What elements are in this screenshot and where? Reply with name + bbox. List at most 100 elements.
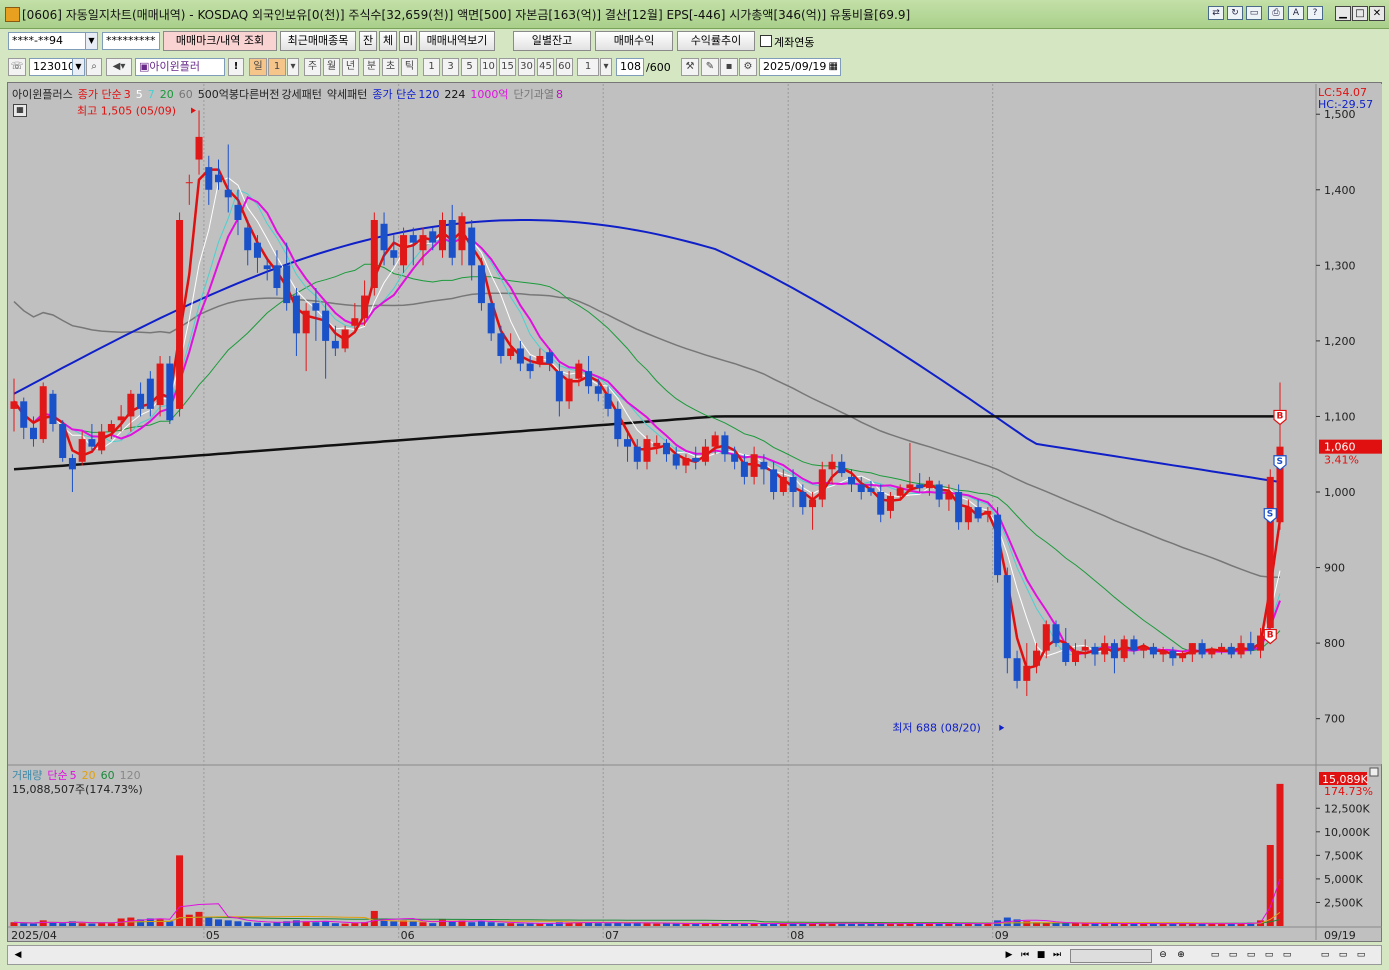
first-page-icon[interactable]: ⏮ — [1018, 948, 1032, 962]
candle-body — [20, 401, 28, 428]
volume-bar — [1052, 923, 1060, 926]
candle-body — [137, 393, 145, 409]
volume-bar — [185, 914, 193, 926]
candle-body — [565, 378, 573, 402]
tool2-icon[interactable]: ▭ — [1226, 948, 1240, 962]
volume-bar — [468, 922, 476, 926]
volume-bar — [624, 923, 632, 926]
candle-body — [419, 235, 427, 251]
chart-scrollbar[interactable]: ◀ ▶ ⏮ ■ ⏭ ⊖ ⊕ ▭ ▭ ▭ ▭ ▭ ▭ ▭ ▭ — [7, 945, 1382, 965]
tool4-icon[interactable]: ▭ — [1262, 948, 1276, 962]
volume-bar — [1071, 923, 1079, 926]
tool5-icon[interactable]: ▭ — [1280, 948, 1294, 962]
volume-bar — [312, 922, 320, 926]
volume-bar — [341, 923, 349, 926]
volume-bar — [838, 923, 846, 926]
price-tick-label: 900 — [1324, 562, 1345, 575]
candle-body — [886, 495, 894, 511]
last-page-icon[interactable]: ⏭ — [1050, 948, 1064, 962]
candle-body — [760, 461, 768, 470]
candle-body — [107, 424, 115, 432]
volume-tick-label: 2,500K — [1324, 896, 1363, 909]
grid-icon[interactable]: ▦ — [13, 104, 27, 117]
candle-body — [818, 469, 826, 500]
candle-body — [1062, 643, 1070, 662]
volume-bar — [1091, 923, 1099, 926]
candle-body — [1081, 646, 1089, 651]
legend-ma5: 5 — [135, 88, 143, 101]
volume-bar — [351, 923, 359, 926]
time-label: 07 — [605, 929, 619, 942]
stop-icon[interactable]: ■ — [1034, 948, 1048, 962]
stock-chart[interactable]: 1,5001,4001,3001,2001,1001,0009008007002… — [0, 0, 1389, 970]
tool3-icon[interactable]: ▭ — [1244, 948, 1258, 962]
volume-bar — [39, 920, 47, 926]
candle-body — [1188, 643, 1196, 655]
candle-body — [59, 424, 67, 458]
tool8-icon[interactable]: ▭ — [1354, 948, 1368, 962]
legend-ma120: 120 — [418, 88, 440, 101]
candle-body — [955, 492, 963, 523]
volume-bar — [429, 923, 437, 926]
candle-body — [1179, 654, 1187, 659]
volume-bar — [604, 923, 612, 926]
candle-body — [701, 446, 709, 462]
zoom-in-icon[interactable]: ⊕ — [1174, 948, 1188, 962]
high-arrow-icon — [191, 107, 197, 114]
candle-body — [1130, 639, 1138, 651]
candle-body — [624, 439, 632, 447]
candle-body — [555, 371, 563, 402]
candle-body — [380, 223, 388, 251]
price-legend: 아이윈플러스 종가 단순 3 5 7 20 60 500억봉다른버전 강세패턴 약세패턴 종가 단순… — [12, 86, 568, 102]
volume-bar — [585, 922, 593, 926]
volume-bar — [477, 921, 485, 926]
tool1-icon[interactable]: ▭ — [1208, 948, 1222, 962]
candle-body — [312, 303, 320, 311]
volume-bar — [672, 923, 680, 926]
candle-body — [1033, 650, 1041, 666]
candle-body — [750, 454, 758, 477]
volume-bar — [205, 917, 213, 926]
candle-body — [916, 484, 924, 489]
zoom-out-icon[interactable]: ⊖ — [1156, 948, 1170, 962]
candle-body — [215, 174, 223, 183]
candle-body — [127, 393, 135, 417]
scroll-right-icon[interactable]: ▶ — [1002, 948, 1016, 962]
zoom-slider[interactable] — [1070, 949, 1152, 963]
volume-bar — [438, 919, 446, 926]
candle-body — [945, 492, 953, 500]
volume-bar — [253, 922, 261, 926]
candle-body — [302, 310, 310, 334]
candle-body — [370, 220, 378, 288]
candle-body — [1159, 650, 1167, 655]
legend-pattern1: 500억봉다른버전 — [197, 88, 280, 101]
legend-ma3: 3 — [123, 88, 131, 101]
candle-body — [39, 386, 47, 440]
candle-body — [594, 386, 602, 394]
candle-body — [1198, 643, 1206, 655]
candle-body — [1013, 658, 1021, 681]
candle-body — [682, 458, 690, 466]
volume-bar — [331, 923, 339, 926]
volume-bar — [507, 923, 515, 926]
volume-tick-label: 12,500K — [1324, 802, 1370, 815]
candle-body — [156, 363, 164, 406]
price-tick-label: 1,100 — [1324, 410, 1356, 423]
legend-pattern2: 강세패턴 — [281, 88, 322, 101]
volume-pct-label: 174.73% — [1324, 785, 1373, 798]
scroll-left-icon[interactable]: ◀ — [11, 948, 25, 962]
volume-bar — [1266, 844, 1274, 926]
candle-body — [614, 408, 622, 440]
volume-tick-label: 5,000K — [1324, 873, 1363, 886]
candle-body — [974, 507, 982, 519]
candle-body — [1218, 646, 1226, 651]
volume-bar — [390, 921, 398, 926]
candle-body — [1208, 650, 1216, 655]
tool6-icon[interactable]: ▭ — [1318, 948, 1332, 962]
current-price-label: 1,060 — [1324, 441, 1356, 454]
legend-ma224: 224 — [444, 88, 466, 101]
candle-body — [29, 427, 37, 440]
tool7-icon[interactable]: ▭ — [1336, 948, 1350, 962]
candle-body — [409, 235, 417, 243]
volume-tick-label: 7,500K — [1324, 849, 1363, 862]
